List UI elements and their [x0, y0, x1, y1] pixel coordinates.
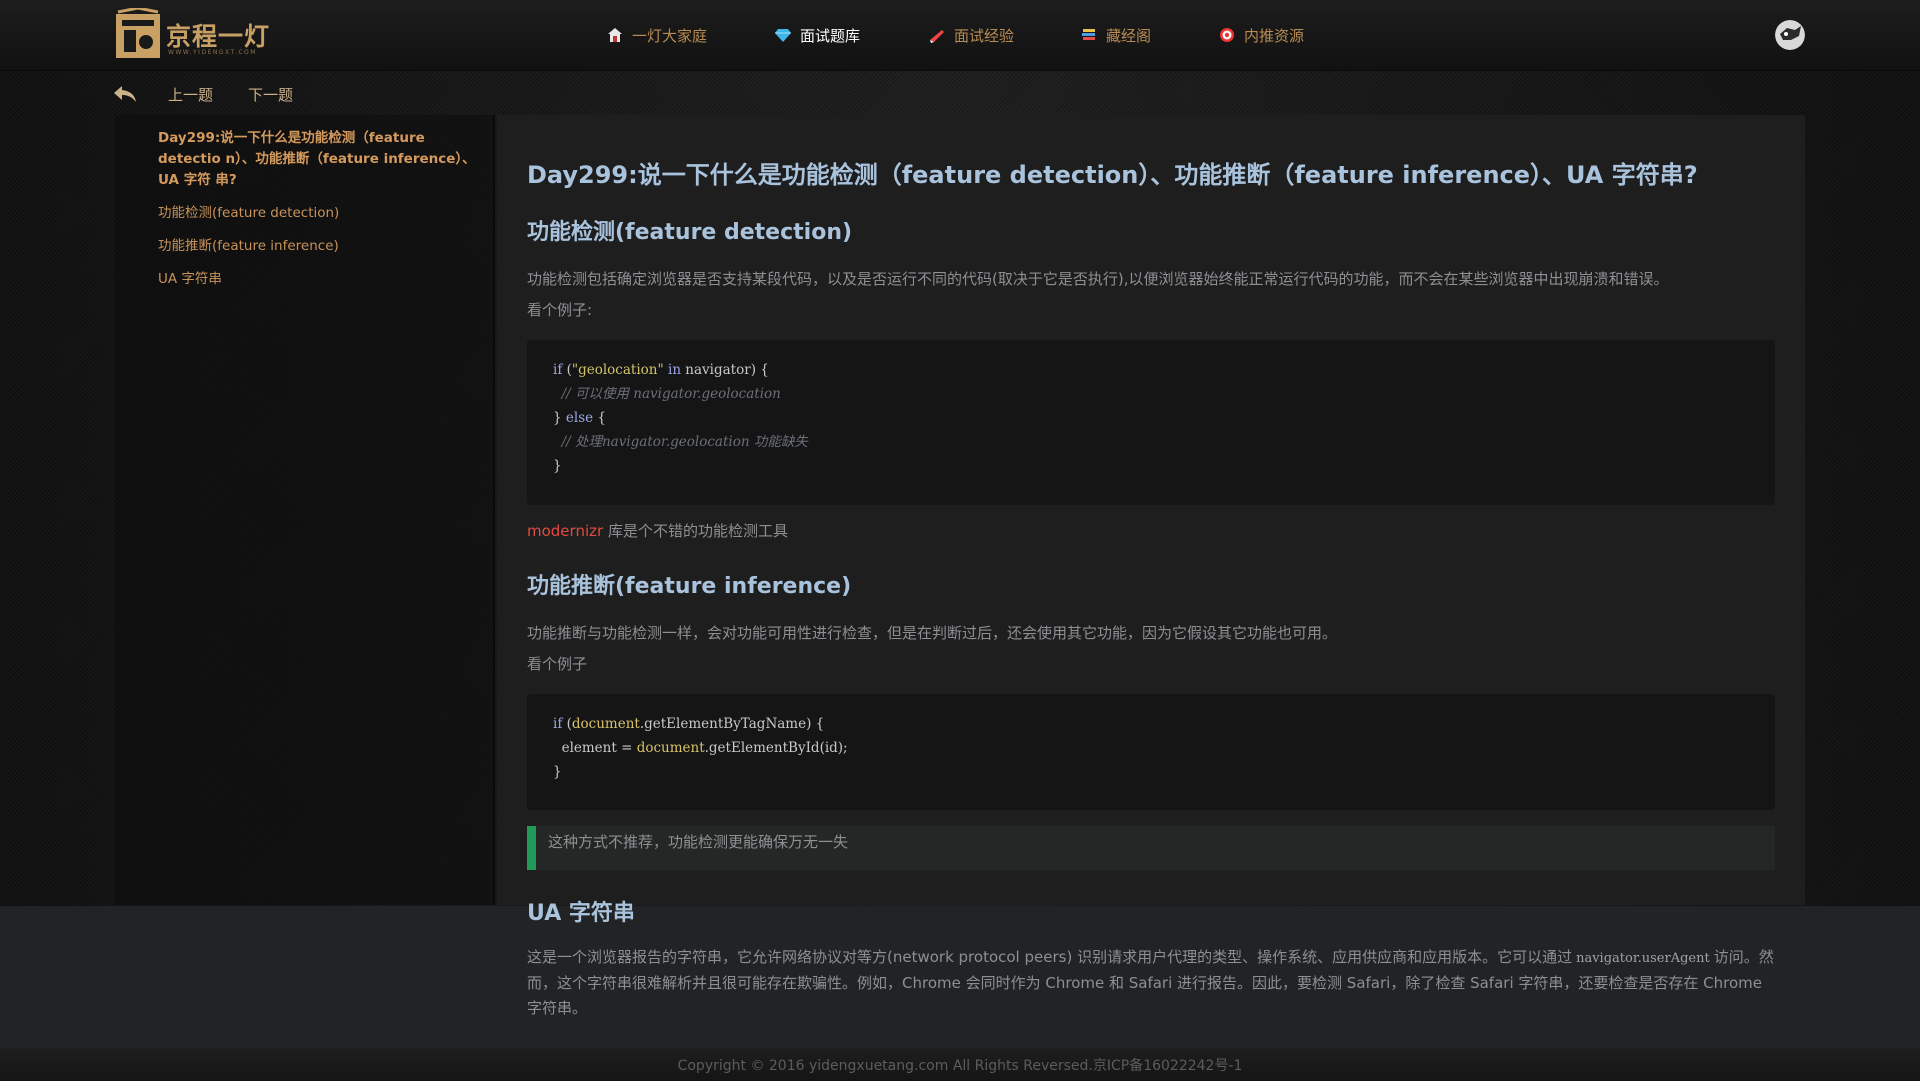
nav-item-referral[interactable]: 内推资源 [1218, 22, 1304, 48]
feature-detection-paragraph: 功能检测包括确定浏览器是否支持某段代码，以及是否运行不同的代码(取决于它是否执行… [527, 270, 1669, 288]
user-avatar[interactable] [1775, 20, 1805, 50]
section-heading-feature-inference: 功能推断(feature inference) [527, 574, 852, 599]
nav-item-experience[interactable]: 面试经验 [928, 22, 1014, 48]
next-question-link[interactable]: 下一题 [248, 84, 293, 105]
nav-item-label: 藏经阁 [1106, 26, 1152, 45]
code-line: } [553, 764, 562, 780]
nav-item-family[interactable]: 一灯大家庭 [606, 22, 707, 48]
nav-item-question-bank[interactable]: 面试题库 [774, 22, 860, 48]
code-line: element = document.getElementById(id); [553, 740, 848, 756]
rocket-icon [930, 30, 944, 43]
books-icon [1082, 29, 1095, 40]
code-comment: // 可以使用 navigator.geolocation [553, 386, 781, 402]
question-nav-bar: 上一题 下一题 [0, 78, 1920, 108]
code-line: } [553, 458, 562, 474]
code-line: if (document.getElementByTagName) { [553, 716, 825, 732]
main-nav: 一灯大家庭 面试题库 面试经验 藏经阁 内推资源 [0, 0, 1920, 70]
prev-question-link[interactable]: 上一题 [168, 84, 213, 105]
nav-item-label: 面试题库 [800, 26, 861, 45]
toc-sidebar: Day299:说一下什么是功能检测（feature detectio n）、功能… [115, 115, 495, 905]
home-icon [608, 28, 622, 42]
article-title: Day299:说一下什么是功能检测（feature detection）、功能推… [527, 161, 1698, 189]
back-arrow-icon[interactable] [112, 84, 138, 104]
code-line: } else { [553, 410, 607, 426]
modernizr-link[interactable]: modernizr [527, 522, 603, 540]
toc-item-feature-detection[interactable]: 功能检测(feature detection) [158, 203, 478, 224]
avatar-icon [1775, 20, 1805, 50]
nav-item-label: 内推资源 [1244, 26, 1305, 45]
modernizr-paragraph: modernizr 库是个不错的功能检测工具 [527, 522, 788, 540]
nav-item-library[interactable]: 藏经阁 [1080, 22, 1151, 48]
toc-item-title[interactable]: Day299:说一下什么是功能检测（feature detectio n）、功能… [158, 128, 478, 191]
diamond-icon [775, 29, 791, 42]
code-block-inference: if (document.getElementByTagName) { elem… [527, 694, 1775, 810]
section-heading-feature-detection: 功能检测(feature detection) [527, 220, 853, 245]
nav-item-label: 一灯大家庭 [632, 26, 708, 45]
footer-copyright: Copyright © 2016 yidengxuetang.com All R… [677, 1058, 1243, 1074]
nav-item-label: 面试经验 [954, 26, 1015, 45]
section-heading-ua-string: UA 字符串 [527, 901, 635, 926]
ua-string-paragraph: 这是一个浏览器报告的字符串，它允许网络协议对等方(network protoco… [527, 948, 1774, 1017]
example-label: 看个例子 [527, 655, 588, 673]
target-icon [1220, 28, 1234, 42]
code-comment: // 处理navigator.geolocation 功能缺失 [553, 434, 808, 450]
example-label: 看个例子: [527, 301, 593, 319]
inline-code-useragent: navigator.userAgent [1576, 951, 1710, 966]
top-navbar: 京程一灯 WWW.YIDENGXT.COM 一灯大家庭 面试题库 面试经验 藏经… [0, 0, 1920, 71]
feature-inference-paragraph: 功能推断与功能检测一样，会对功能可用性进行检查，但是在判断过后，还会使用其它功能… [527, 624, 1338, 642]
toc-item-ua-string[interactable]: UA 字符串 [158, 269, 478, 290]
code-block-detection: if ("geolocation" in navigator) { // 可以使… [527, 340, 1775, 505]
toc-item-feature-inference[interactable]: 功能推断(feature inference) [158, 236, 478, 257]
blockquote-note: 这种方式不推荐，功能检测更能确保万无一失 [527, 826, 1775, 870]
code-line: if ("geolocation" in navigator) { [553, 362, 769, 378]
